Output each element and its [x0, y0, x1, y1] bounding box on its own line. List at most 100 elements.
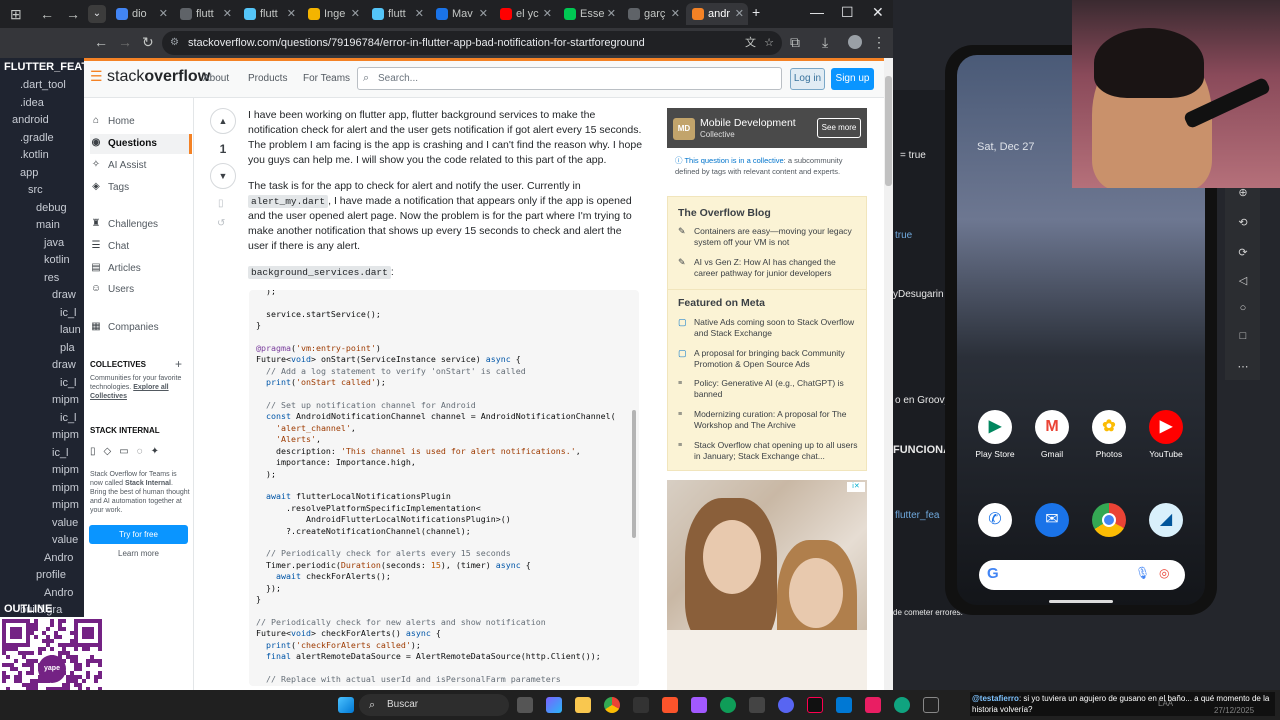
back-icon[interactable]: ←	[40, 6, 54, 22]
mic-icon[interactable]: 🎙	[1135, 566, 1150, 580]
sidebar-item-questions[interactable]: ◉ Questions	[90, 134, 192, 154]
explorer-item[interactable]: .kotlin	[20, 146, 49, 164]
explorer-item[interactable]: ic_l	[60, 409, 77, 427]
explorer-title[interactable]: FLUTTER_FEATU	[4, 58, 96, 76]
app-photos[interactable]: ✿ Photos	[1081, 410, 1137, 459]
flutter-app-icon[interactable]: ◢	[1149, 503, 1183, 537]
explorer-item[interactable]: mipm	[52, 426, 79, 444]
outline-section[interactable]: OUTLINE	[4, 600, 52, 618]
tab-close-icon[interactable]: ✕	[351, 3, 360, 25]
home-circle-icon[interactable]: ○	[1235, 302, 1251, 314]
app-gmail[interactable]: M Gmail	[1024, 410, 1080, 459]
code-scrollbar[interactable]	[632, 300, 636, 680]
sidebar-item-home[interactable]: ⌂ Home	[90, 112, 192, 132]
collective-note-link[interactable]: This question is in a collective	[684, 156, 783, 165]
overview-square-icon[interactable]: □	[1235, 330, 1251, 342]
browser-tab[interactable]: Esse ✕	[558, 3, 620, 25]
browser-tab[interactable]: dio ✕	[110, 3, 172, 25]
browser-tab[interactable]: garç ✕	[622, 3, 684, 25]
tab-close-icon[interactable]: ✕	[671, 3, 680, 25]
explorer-item[interactable]: draw	[52, 286, 76, 304]
forward-icon[interactable]: →	[66, 6, 80, 22]
blog-item[interactable]: ✎ AI vs Gen Z: How AI has changed the car…	[678, 257, 860, 279]
sidebar-item-ai-assist[interactable]: ✧ AI Assist	[90, 156, 192, 176]
try-free-button[interactable]: Try for free	[89, 525, 188, 544]
browser-tab[interactable]: el yc ✕	[494, 3, 556, 25]
browser-tab[interactable]: flutt ✕	[238, 3, 300, 25]
translate-icon[interactable]: 文	[745, 31, 756, 55]
back-button-icon[interactable]: ←	[94, 34, 108, 50]
tab-close-icon[interactable]: ✕	[607, 3, 616, 25]
code-block[interactable]: ); service.startService(); } @pragma('vm…	[249, 290, 639, 686]
explorer-item[interactable]: Andro	[44, 549, 73, 567]
chrome-taskbar-icon[interactable]	[604, 697, 620, 713]
maximize-icon[interactable]: ☐	[841, 4, 854, 21]
ad-choices-icon[interactable]: i✕	[847, 482, 865, 492]
sidebar-item-tags[interactable]: ◈ Tags	[90, 178, 192, 198]
app-icon[interactable]	[749, 697, 765, 713]
sidebar-item-users[interactable]: ☺ Users	[90, 280, 192, 300]
task-view-icon[interactable]	[517, 697, 533, 713]
explorer-item[interactable]: profile	[36, 566, 66, 584]
explorer-item[interactable]: kotlin	[44, 251, 70, 269]
more-icon[interactable]: ⋯	[1235, 360, 1251, 373]
blog-item[interactable]: ✎ Containers are easy—moving your legacy …	[678, 226, 860, 248]
phone-dialer-icon[interactable]: ✆	[978, 503, 1012, 537]
extensions-icon[interactable]: ⧉	[790, 34, 800, 51]
lens-icon[interactable]: ◎	[1159, 566, 1169, 580]
app-icon[interactable]	[865, 697, 881, 713]
tab-search-icon[interactable]: ⌄	[88, 5, 106, 23]
terminal-icon[interactable]	[633, 697, 649, 713]
explorer-item[interactable]: pla	[60, 339, 75, 357]
meta-item[interactable]: ▢ Native Ads coming soon to Stack Overflo…	[678, 317, 860, 339]
tab-close-icon[interactable]: ✕	[735, 3, 744, 25]
nav-products[interactable]: Products	[248, 73, 287, 84]
explorer-item[interactable]: mipm	[52, 391, 79, 409]
search-input[interactable]: ⌕ Search...	[357, 67, 782, 90]
tab-close-icon[interactable]: ✕	[159, 3, 168, 25]
code-scroll-thumb[interactable]	[632, 410, 636, 538]
chatgpt-icon[interactable]	[894, 697, 910, 713]
history-icon[interactable]: ↺	[217, 218, 225, 229]
nav-about[interactable]: About	[203, 73, 229, 84]
explorer-item[interactable]: ic_l	[60, 304, 77, 322]
tab-close-icon[interactable]: ✕	[415, 3, 424, 25]
tab-close-icon[interactable]: ✕	[543, 3, 552, 25]
chrome-menu-icon[interactable]: ⋮	[872, 34, 886, 51]
rotate-right-icon[interactable]: ⟳	[1235, 246, 1251, 259]
chrome-icon[interactable]	[1092, 503, 1126, 537]
meta-item[interactable]: ≡ Stack Overflow chat opening up to all u…	[678, 440, 860, 462]
meta-item[interactable]: ≡ Modernizing curation: A proposal for Th…	[678, 409, 860, 431]
app-play-store[interactable]: ▶ Play Store	[967, 410, 1023, 459]
explorer-item[interactable]: mipm	[52, 496, 79, 514]
new-tab-icon[interactable]: +	[752, 4, 760, 20]
downvote-button[interactable]: ▼	[210, 163, 236, 189]
explorer-item[interactable]: .gradle	[20, 129, 54, 147]
explorer-item[interactable]: value	[52, 531, 78, 549]
collective-title[interactable]: Mobile Development	[700, 117, 796, 129]
browser-tab[interactable]: Mav ✕	[430, 3, 492, 25]
back-triangle-icon[interactable]: ◁	[1235, 274, 1251, 287]
app-youtube[interactable]: ▶ YouTube	[1138, 410, 1194, 459]
explorer-item[interactable]: laun	[60, 321, 81, 339]
tab-close-icon[interactable]: ✕	[479, 3, 488, 25]
google-search-bar[interactable]: G 🎙 ◎	[979, 560, 1185, 590]
add-collective-icon[interactable]: +	[175, 357, 182, 371]
browser-tab[interactable]: flutt ✕	[174, 3, 236, 25]
windows-start-icon[interactable]	[338, 697, 354, 713]
messages-icon[interactable]: ✉	[1035, 503, 1069, 537]
signup-button[interactable]: Sign up	[831, 68, 874, 90]
learn-more-link[interactable]: Learn more	[89, 549, 188, 558]
sidebar-item-articles[interactable]: ▤ Articles	[90, 259, 192, 279]
explorer-item[interactable]: res	[44, 269, 59, 287]
explorer-item[interactable]: draw	[52, 356, 76, 374]
explorer-item[interactable]: src	[28, 181, 43, 199]
terminal-icon[interactable]	[923, 697, 939, 713]
taskbar-search[interactable]: ⌕ Buscar	[359, 694, 509, 716]
rotate-left-icon[interactable]: ⟲	[1235, 216, 1251, 229]
app-menu-icon[interactable]: ⊞	[10, 6, 22, 23]
see-more-button[interactable]: See more	[817, 118, 861, 138]
site-info-icon[interactable]: ⚙	[170, 31, 179, 55]
copilot-icon[interactable]	[546, 697, 562, 713]
sidebar-item-companies[interactable]: ▦ Companies	[90, 318, 192, 338]
